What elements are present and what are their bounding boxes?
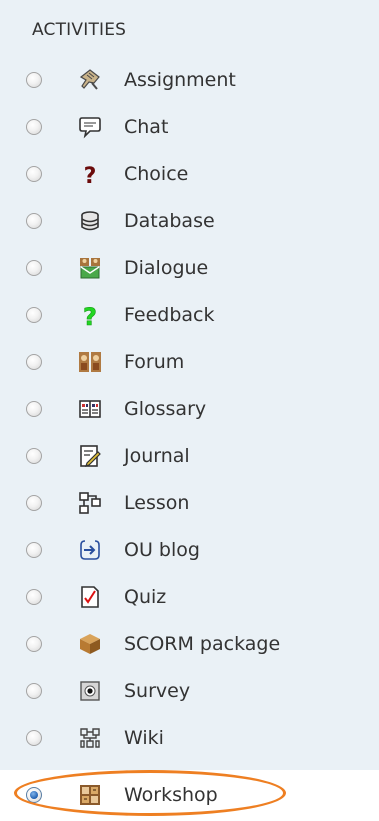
- activity-row-database[interactable]: Database: [0, 198, 379, 244]
- activity-label: Quiz: [124, 586, 167, 608]
- activity-label: Journal: [124, 445, 190, 467]
- activity-radio-scorm-package[interactable]: [26, 636, 42, 652]
- activity-label: Glossary: [124, 398, 207, 420]
- activity-radio-journal[interactable]: [26, 448, 42, 464]
- activity-row-chat[interactable]: Chat: [0, 104, 379, 150]
- ou-blog-icon: [78, 538, 102, 562]
- activity-radio-ou-blog[interactable]: [26, 542, 42, 558]
- scorm-package-icon: [78, 632, 102, 656]
- activity-row-choice[interactable]: ? Choice: [0, 151, 379, 197]
- activity-radio-workshop[interactable]: [26, 787, 42, 803]
- activity-row-feedback[interactable]: ? Feedback: [0, 292, 379, 338]
- activity-radio-database[interactable]: [26, 213, 42, 229]
- activity-label: SCORM package: [124, 633, 281, 655]
- activity-label: Dialogue: [124, 257, 209, 279]
- svg-text:?: ?: [84, 164, 97, 186]
- activity-label: Wiki: [124, 727, 164, 749]
- svg-text:?: ?: [83, 303, 97, 327]
- assignment-icon: [78, 68, 102, 92]
- activity-label: Feedback: [124, 304, 215, 326]
- choice-icon: ?: [78, 162, 102, 186]
- activity-row-assignment[interactable]: Assignment: [0, 57, 379, 103]
- activity-row-glossary[interactable]: Glossary: [0, 386, 379, 432]
- activity-label: Database: [124, 210, 215, 232]
- quiz-icon: [78, 585, 102, 609]
- database-icon: [78, 209, 102, 233]
- activity-label: Survey: [124, 680, 191, 702]
- activity-row-lesson[interactable]: Lesson: [0, 480, 379, 526]
- activities-heading: ACTIVITIES: [32, 20, 127, 40]
- activity-label: Workshop: [124, 784, 218, 806]
- workshop-icon: [78, 783, 102, 807]
- chat-icon: [78, 115, 102, 139]
- feedback-icon: ?: [78, 303, 102, 327]
- activity-row-journal[interactable]: Journal: [0, 433, 379, 479]
- activity-radio-lesson[interactable]: [26, 495, 42, 511]
- glossary-icon: [78, 397, 102, 421]
- activity-row-quiz[interactable]: Quiz: [0, 574, 379, 620]
- activity-row-workshop[interactable]: Workshop: [0, 772, 379, 818]
- activity-label: Forum: [124, 351, 185, 373]
- activity-radio-assignment[interactable]: [26, 72, 42, 88]
- activity-radio-survey[interactable]: [26, 683, 42, 699]
- activity-radio-forum[interactable]: [26, 354, 42, 370]
- forum-icon: [78, 350, 102, 374]
- activity-radio-glossary[interactable]: [26, 401, 42, 417]
- survey-icon: [78, 679, 102, 703]
- activity-radio-dialogue[interactable]: [26, 260, 42, 276]
- activity-radio-feedback[interactable]: [26, 307, 42, 323]
- activity-radio-chat[interactable]: [26, 119, 42, 135]
- journal-icon: [78, 444, 102, 468]
- lesson-icon: [78, 491, 102, 515]
- activity-row-ou-blog[interactable]: OU blog: [0, 527, 379, 573]
- activity-radio-wiki[interactable]: [26, 730, 42, 746]
- dialogue-icon: [78, 256, 102, 280]
- activity-row-forum[interactable]: Forum: [0, 339, 379, 385]
- activity-label: Assignment: [124, 69, 236, 91]
- activity-row-wiki[interactable]: Wiki: [0, 715, 379, 761]
- activity-label: Chat: [124, 116, 169, 138]
- activity-radio-quiz[interactable]: [26, 589, 42, 605]
- activity-row-dialogue[interactable]: Dialogue: [0, 245, 379, 291]
- activity-row-scorm-package[interactable]: SCORM package: [0, 621, 379, 667]
- activity-label: Lesson: [124, 492, 190, 514]
- wiki-icon: [78, 726, 102, 750]
- activity-radio-choice[interactable]: [26, 166, 42, 182]
- activity-row-survey[interactable]: Survey: [0, 668, 379, 714]
- activity-label: Choice: [124, 163, 189, 185]
- activity-label: OU blog: [124, 539, 200, 561]
